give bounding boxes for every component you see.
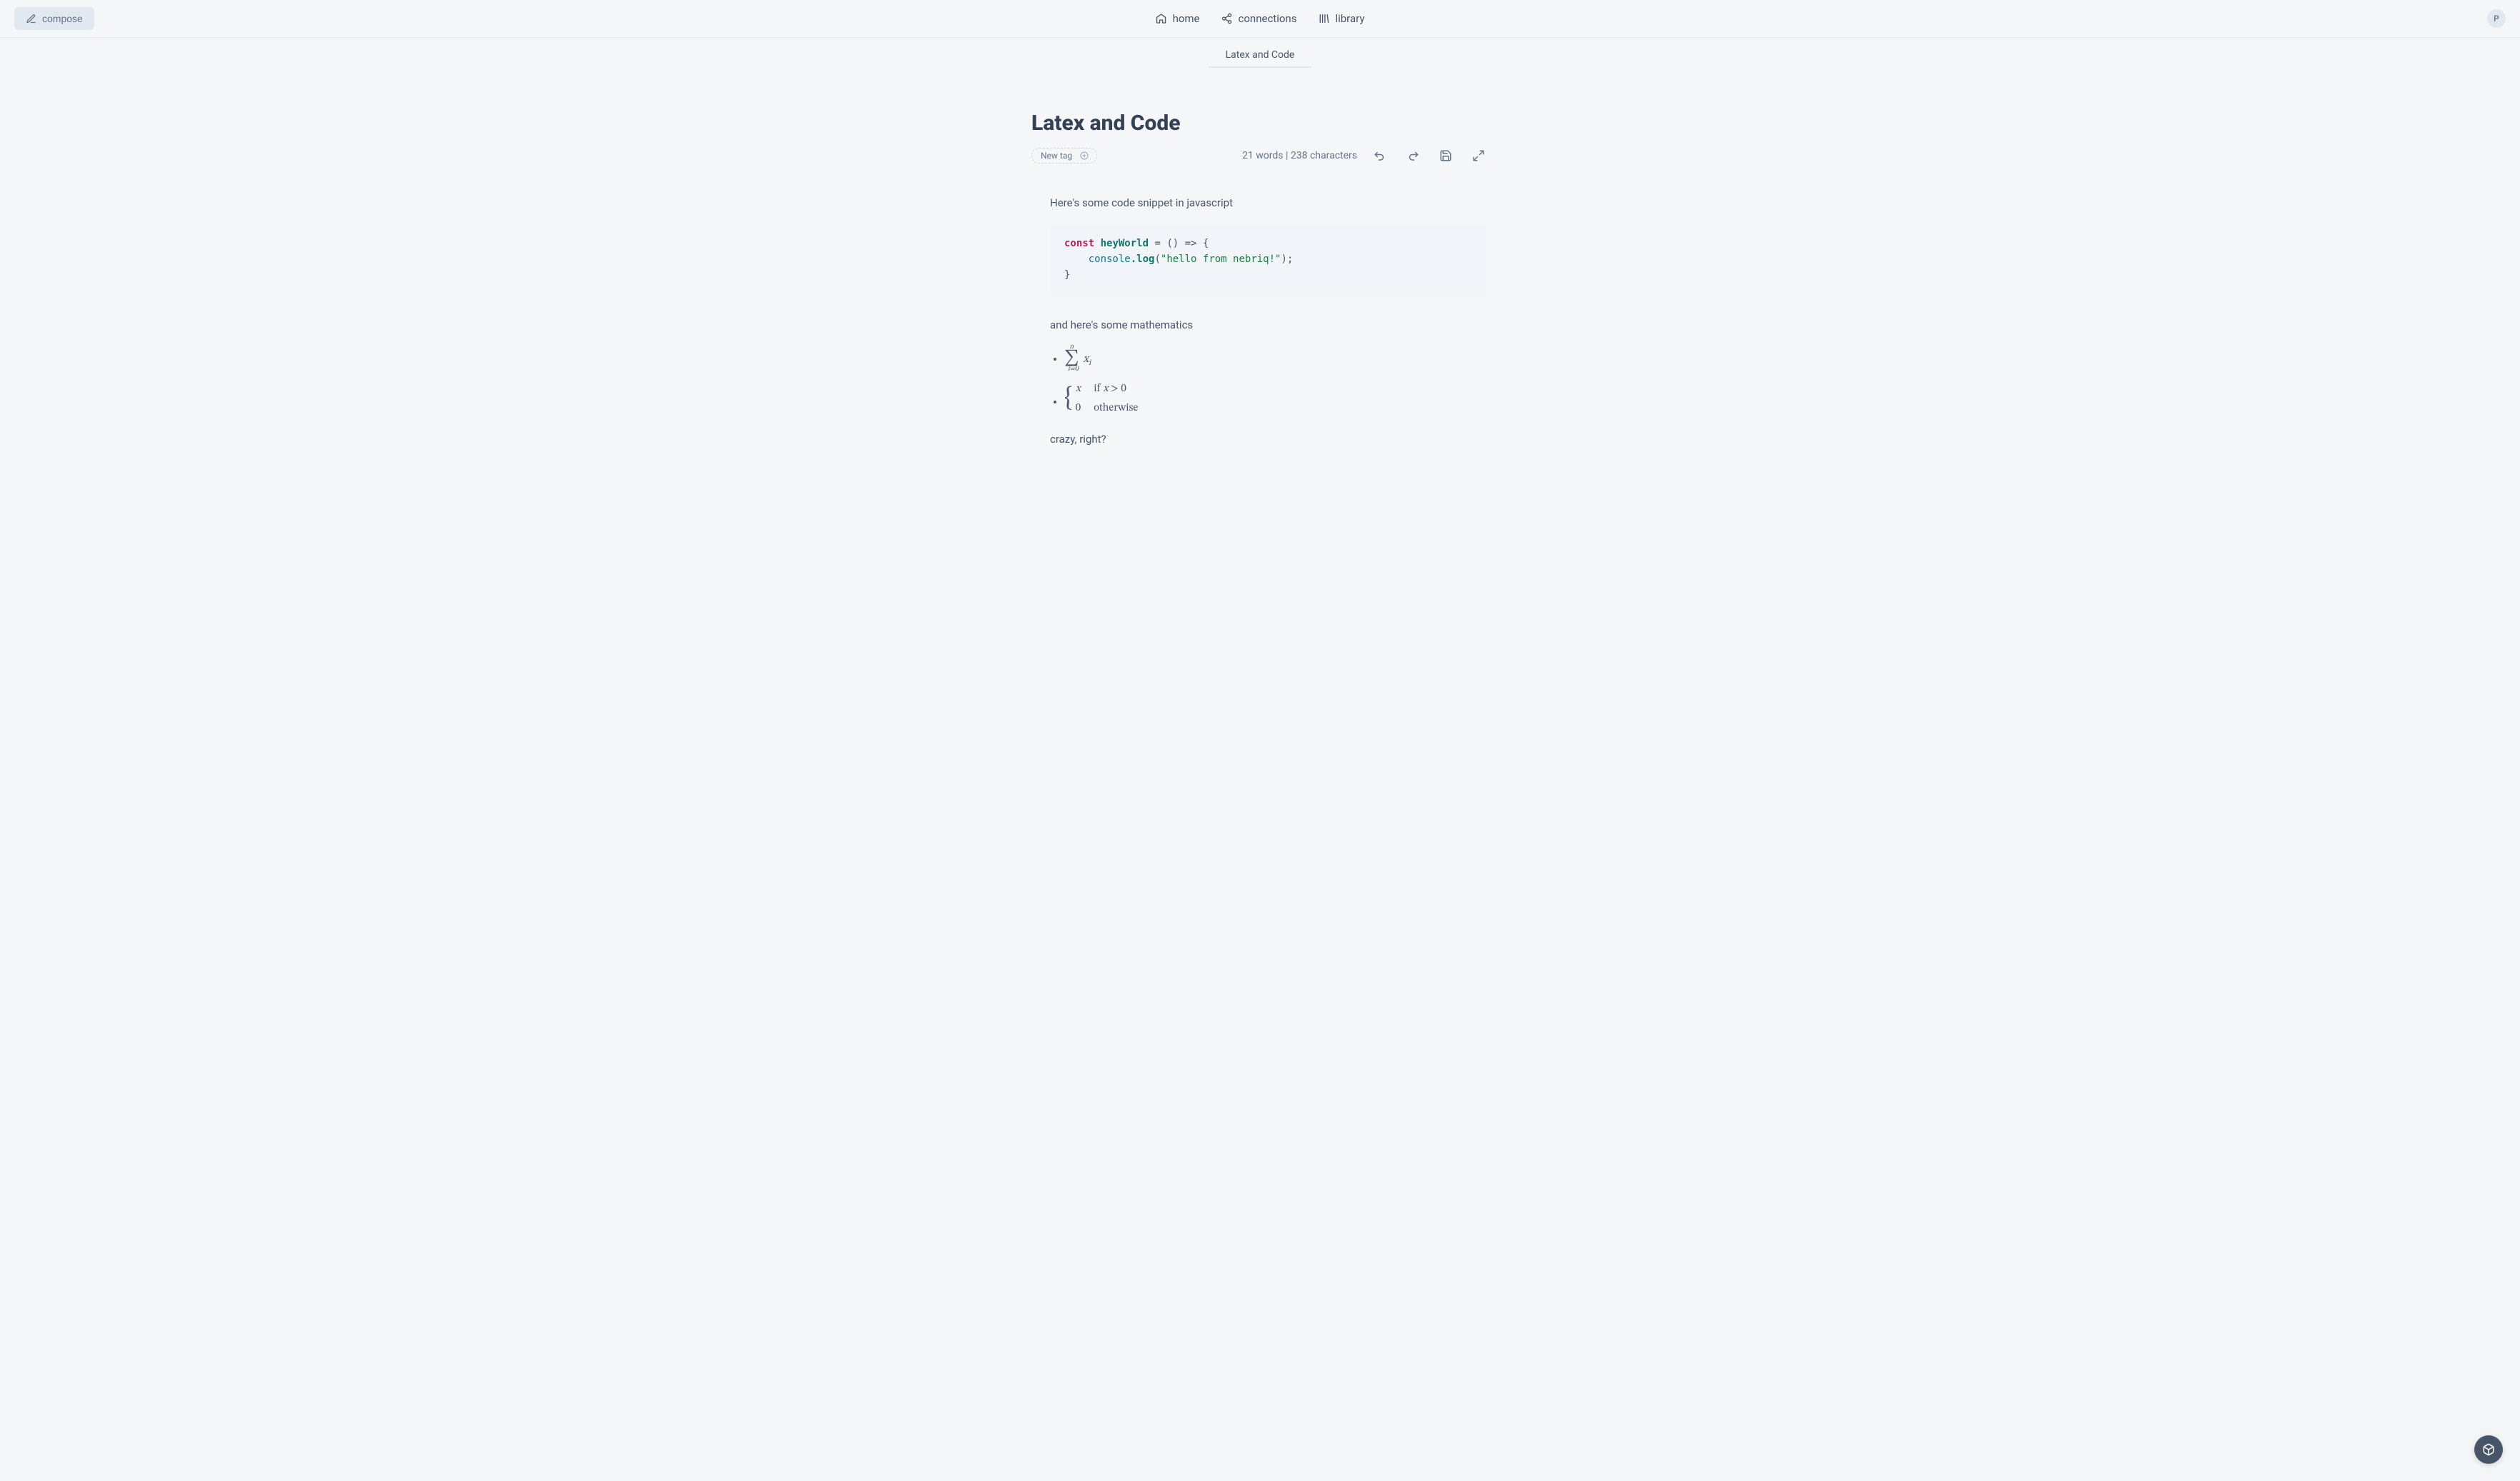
code-keyword: const (1064, 238, 1094, 249)
nav-connections-label: connections (1239, 12, 1297, 25)
code-open-paren: ( (1154, 253, 1160, 265)
document-content: Latex and Code New tag 21 words | 238 ch… (1017, 111, 1503, 448)
sum-lower: i=0 (1068, 363, 1079, 376)
word-count: 21 words | 238 characters (1242, 150, 1357, 161)
case2-val: 0 (1076, 399, 1081, 418)
case1-cond: if x > 0 (1094, 380, 1138, 398)
editor-body[interactable]: Here's some code snippet in javascript c… (1031, 194, 1489, 448)
code-console: console (1089, 253, 1131, 265)
page-title: Latex and Code (1031, 111, 1489, 136)
math-sum-item: ∑ni=0 xi (1064, 346, 1489, 372)
case2-cond: otherwise (1094, 399, 1138, 418)
code-log: .log (1131, 253, 1155, 265)
new-tag-button[interactable]: New tag (1031, 148, 1097, 164)
home-icon (1156, 13, 1167, 24)
tab-active[interactable]: Latex and Code (1209, 44, 1312, 68)
pencil-icon (26, 14, 36, 24)
intro-paragraph: Here's some code snippet in javascript (1050, 194, 1489, 213)
nav-library[interactable]: library (1318, 12, 1364, 25)
meta-row: New tag 21 words | 238 characters (1031, 146, 1489, 166)
toolbar-right: 21 words | 238 characters (1242, 146, 1489, 166)
nav-home-label: home (1173, 12, 1200, 25)
code-close-stmt: ); (1281, 253, 1293, 265)
undo-button[interactable] (1370, 146, 1390, 166)
tab-bar: Latex and Code (0, 38, 2520, 68)
topbar: compose home connections library P (0, 0, 2520, 38)
new-tag-label: New tag (1041, 151, 1072, 161)
math-sum-expr: ∑ni=0 xi (1064, 353, 1091, 365)
math-list: ∑ni=0 xi { x if x > 0 0 otherwise (1050, 346, 1489, 417)
math-cases-item: { x if x > 0 0 otherwise (1064, 380, 1489, 418)
avatar-initial: P (2494, 14, 2499, 24)
compose-label: compose (42, 13, 83, 24)
tab-label: Latex and Code (1226, 49, 1295, 61)
code-func-name: heyWorld (1101, 238, 1149, 249)
sum-sub: i (1089, 358, 1091, 367)
redo-button[interactable] (1403, 146, 1423, 166)
code-string: "hello from nebriq!" (1161, 253, 1281, 265)
fab-button[interactable] (2474, 1435, 2503, 1464)
compose-button[interactable]: compose (14, 7, 94, 30)
nav-connections[interactable]: connections (1221, 12, 1297, 25)
math-intro-paragraph: and here's some mathematics (1050, 316, 1489, 335)
nav-center: home connections library (1156, 12, 1365, 25)
fullscreen-button[interactable] (1469, 146, 1489, 166)
sum-upper: n (1069, 341, 1074, 353)
sum-var: x (1083, 353, 1089, 365)
code-arrow: = () => { (1149, 238, 1209, 249)
library-icon (1318, 13, 1329, 24)
nav-home[interactable]: home (1156, 12, 1200, 25)
nav-library-label: library (1335, 12, 1364, 25)
code-close-brace: } (1064, 269, 1070, 281)
cube-icon (2482, 1443, 2495, 1456)
code-block: const heyWorld = () => { console.log("he… (1050, 224, 1489, 295)
outro-paragraph: crazy, right? (1050, 431, 1489, 449)
save-button[interactable] (1436, 146, 1456, 166)
plus-icon (1079, 151, 1089, 161)
case1-val: x (1076, 380, 1081, 398)
avatar[interactable]: P (2487, 9, 2506, 28)
math-cases-expr: { x if x > 0 0 otherwise (1064, 380, 1138, 418)
share-icon (1221, 13, 1233, 24)
brace-icon: { (1064, 380, 1073, 418)
